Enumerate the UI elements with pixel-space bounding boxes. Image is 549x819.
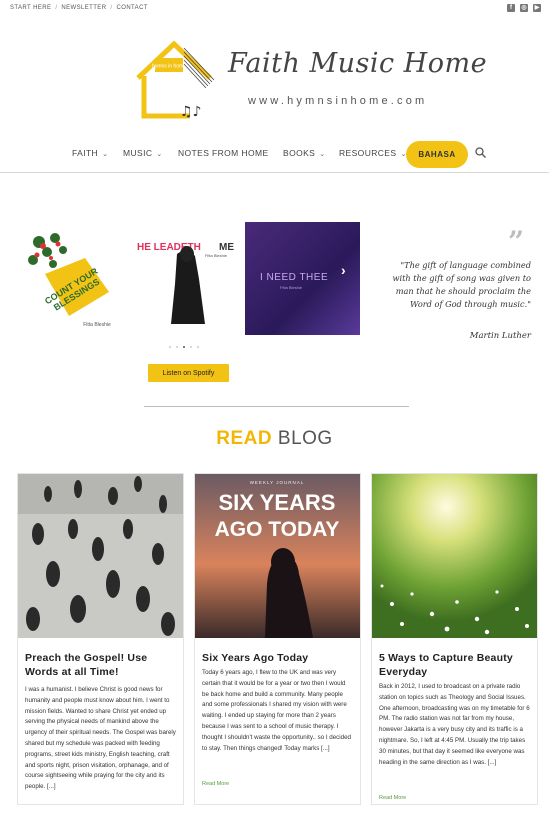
- album-artist: Fitta Bleshie: [205, 253, 228, 258]
- carousel-dot[interactable]: [197, 346, 199, 348]
- read-more-link[interactable]: Read More: [202, 781, 229, 787]
- blog-card: WEEKLY JOURNAL SIX YEARS AGO TODAY Six Y…: [194, 473, 361, 805]
- nav-label: RESOURCES: [339, 148, 397, 158]
- youtube-icon[interactable]: ▶: [533, 4, 541, 12]
- album-cover-he-leadeth-me[interactable]: HE LEADETH ME Fitta Bleshie: [135, 234, 238, 329]
- carousel-next-icon[interactable]: ›: [341, 262, 346, 278]
- search-icon[interactable]: [475, 147, 486, 158]
- carousel-dot[interactable]: [190, 346, 192, 348]
- quote-author: Martin Luther: [469, 331, 531, 341]
- top-bar: START HERE / NEWSLETTER / CONTACT f ◎ ▶: [0, 0, 549, 18]
- listen-on-spotify-button[interactable]: Listen on Spotify: [148, 364, 229, 382]
- facebook-icon[interactable]: f: [507, 4, 515, 12]
- image-title-overlay: SIX YEARS AGO TODAY: [215, 490, 340, 541]
- carousel-dot[interactable]: [176, 346, 178, 348]
- nav-item-faith[interactable]: FAITH ⌄: [72, 148, 108, 158]
- blog-excerpt: I was a humanist. I believe Christ is go…: [25, 686, 176, 791]
- image-kicker: WEEKLY JOURNAL: [250, 480, 305, 485]
- album-cover-count-your-blessings[interactable]: COUNT YOUR BLESSINGS Fitta Bleshie: [25, 230, 113, 330]
- blog-excerpt: Back in 2012, I used to broadcast on a p…: [379, 683, 530, 766]
- nav-item-resources[interactable]: RESOURCES ⌄: [339, 148, 407, 158]
- nav-label: BOOKS: [283, 148, 316, 158]
- top-link-contact[interactable]: CONTACT: [117, 5, 148, 11]
- read-more-link[interactable]: Read More: [379, 795, 406, 801]
- site-title[interactable]: Faith Music Home: [228, 48, 487, 79]
- house-logo[interactable]: hymns in home ♫♪: [132, 36, 214, 122]
- blog-card: Preach the Gospel! Use Words at all Time…: [17, 473, 184, 805]
- blog-card: 5 Ways to Capture Beauty Everyday Back i…: [371, 473, 538, 805]
- blog-title[interactable]: 5 Ways to Capture Beauty Everyday: [379, 651, 531, 679]
- quote-text: "The gift of language combined with the …: [392, 260, 531, 309]
- heading-accent: READ: [216, 428, 273, 449]
- quote-mark-icon: ”: [508, 225, 525, 258]
- blog-image-crowd[interactable]: [18, 474, 183, 638]
- site-url: www.hymnsinhome.com: [248, 95, 428, 107]
- carousel-dot-active[interactable]: [183, 346, 185, 348]
- instagram-icon[interactable]: ◎: [520, 4, 528, 12]
- album-title: I NEED THEE: [260, 272, 329, 283]
- nav-item-notes-from-home[interactable]: NOTES FROM HOME: [178, 148, 269, 158]
- top-link-newsletter[interactable]: NEWSLETTER: [61, 5, 106, 11]
- svg-text:ME: ME: [219, 242, 234, 253]
- read-blog-heading: READ BLOG: [0, 428, 549, 450]
- carousel-dot[interactable]: [169, 346, 171, 348]
- top-link-start-here[interactable]: START HERE: [10, 5, 51, 11]
- nav-item-books[interactable]: BOOKS ⌄: [283, 148, 326, 158]
- chevron-down-icon: ⌄: [102, 151, 109, 158]
- svg-text:♫♪: ♫♪: [180, 104, 202, 120]
- nav-label: FAITH: [72, 148, 99, 158]
- blog-image-meadow[interactable]: [372, 474, 537, 638]
- nav-divider: [0, 172, 549, 173]
- social-links: f ◎ ▶: [507, 4, 541, 12]
- nav-item-music[interactable]: MUSIC ⌄: [123, 148, 163, 158]
- section-divider: [144, 406, 409, 407]
- svg-text:SIX YEARS: SIX YEARS: [219, 490, 336, 515]
- carousel-dots: [169, 346, 199, 348]
- top-links: START HERE / NEWSLETTER / CONTACT: [10, 5, 148, 11]
- album-cover-i-need-thee[interactable]: I NEED THEE Fitta Bleshie: [245, 222, 360, 335]
- chevron-down-icon: ⌄: [319, 151, 326, 158]
- album-artist: Fitta Bleshie: [83, 322, 111, 328]
- svg-text:AGO TODAY: AGO TODAY: [215, 518, 340, 541]
- album-artist: Fitta Bleshie: [280, 285, 303, 290]
- blog-excerpt: Today 6 years ago, I flew to the UK and …: [202, 669, 351, 752]
- bahasa-button[interactable]: BAHASA: [406, 141, 468, 168]
- logo-text: hymns in home: [152, 64, 186, 70]
- nav-label: NOTES FROM HOME: [178, 148, 269, 158]
- blog-title[interactable]: Preach the Gospel! Use Words at all Time…: [25, 651, 177, 679]
- blog-title[interactable]: Six Years Ago Today: [202, 651, 354, 665]
- nav-label: MUSIC: [123, 148, 153, 158]
- chevron-down-icon: ⌄: [156, 151, 163, 158]
- heading-rest: BLOG: [277, 428, 333, 449]
